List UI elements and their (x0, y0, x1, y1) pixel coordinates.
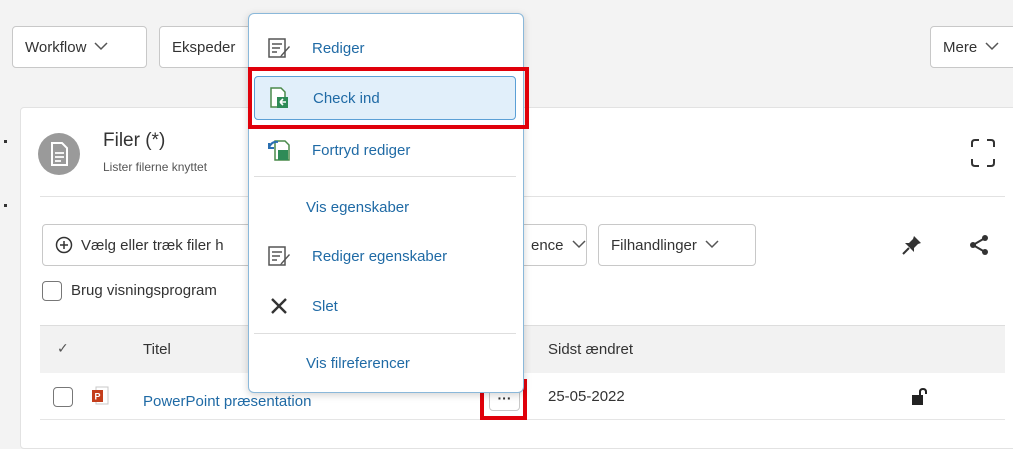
panel-subtitle: Lister filerne knyttet (103, 160, 208, 174)
sequence-label: ence (531, 236, 564, 254)
edge-mark (4, 140, 7, 143)
ekspeder-button[interactable]: Ekspeder (159, 26, 259, 68)
file-document-icon (38, 133, 80, 175)
menu-item-label: Fortryd rediger (312, 141, 411, 159)
svg-text:P: P (95, 392, 101, 402)
menu-separator (254, 333, 516, 334)
row-checkbox[interactable] (53, 387, 73, 407)
menu-item-fortryd-rediger[interactable]: Fortryd rediger (254, 128, 516, 172)
workflow-button[interactable]: Workflow (12, 26, 147, 68)
pin-icon[interactable] (901, 234, 923, 256)
delete-icon (266, 297, 292, 315)
workflow-label: Workflow (25, 38, 87, 56)
annotation-highlight-check-ind (248, 67, 529, 129)
mere-label: Mere (943, 38, 978, 56)
menu-item-label: Rediger (312, 39, 365, 57)
add-files-button[interactable]: Vælg eller træk filer h (42, 224, 272, 266)
share-icon[interactable] (968, 234, 990, 256)
column-header-title[interactable]: Titel (143, 341, 171, 358)
menu-item-label: Slet (312, 297, 338, 315)
menu-item-rediger[interactable]: Rediger (254, 26, 516, 70)
select-all-check[interactable]: ✓ (57, 340, 69, 357)
undo-edit-icon (266, 138, 292, 162)
expand-icon[interactable] (970, 138, 996, 168)
row-modified-date: 25-05-2022 (548, 388, 625, 405)
column-header-modified[interactable]: Sidst ændret (548, 341, 633, 358)
file-actions-label: Filhandlinger (611, 236, 697, 254)
edit-document-icon (266, 37, 292, 59)
chevron-down-icon (572, 238, 586, 252)
panel-title: Filer (*) (103, 130, 166, 151)
chevron-down-icon (985, 40, 999, 54)
powerpoint-icon: P (91, 386, 109, 406)
ekspeder-label: Ekspeder (172, 38, 236, 56)
menu-item-slet[interactable]: Slet (254, 284, 516, 328)
menu-item-vis-egenskaber[interactable]: Vis egenskaber (254, 185, 516, 229)
file-title-link[interactable]: PowerPoint præsentation (143, 393, 311, 410)
add-circle-icon (55, 236, 73, 254)
menu-item-label: Vis egenskaber (306, 198, 410, 216)
menu-item-label: Vis filreferencer (306, 354, 410, 372)
chevron-down-icon (94, 40, 108, 54)
edge-mark (4, 204, 7, 207)
chevron-down-icon (705, 238, 719, 252)
menu-separator (254, 176, 516, 177)
file-actions-button[interactable]: Filhandlinger (598, 224, 756, 266)
viewer-checkbox[interactable] (42, 281, 62, 301)
menu-item-rediger-egenskaber[interactable]: Rediger egenskaber (254, 234, 516, 278)
menu-item-vis-filreferencer[interactable]: Vis filreferencer (254, 341, 516, 385)
edit-properties-icon (266, 245, 292, 267)
menu-item-label: Rediger egenskaber (312, 247, 448, 265)
mere-button[interactable]: Mere (930, 26, 1013, 68)
add-files-label: Vælg eller træk filer h (81, 236, 224, 254)
unlocked-icon (911, 387, 927, 406)
viewer-label: Brug visningsprogram (71, 282, 217, 299)
